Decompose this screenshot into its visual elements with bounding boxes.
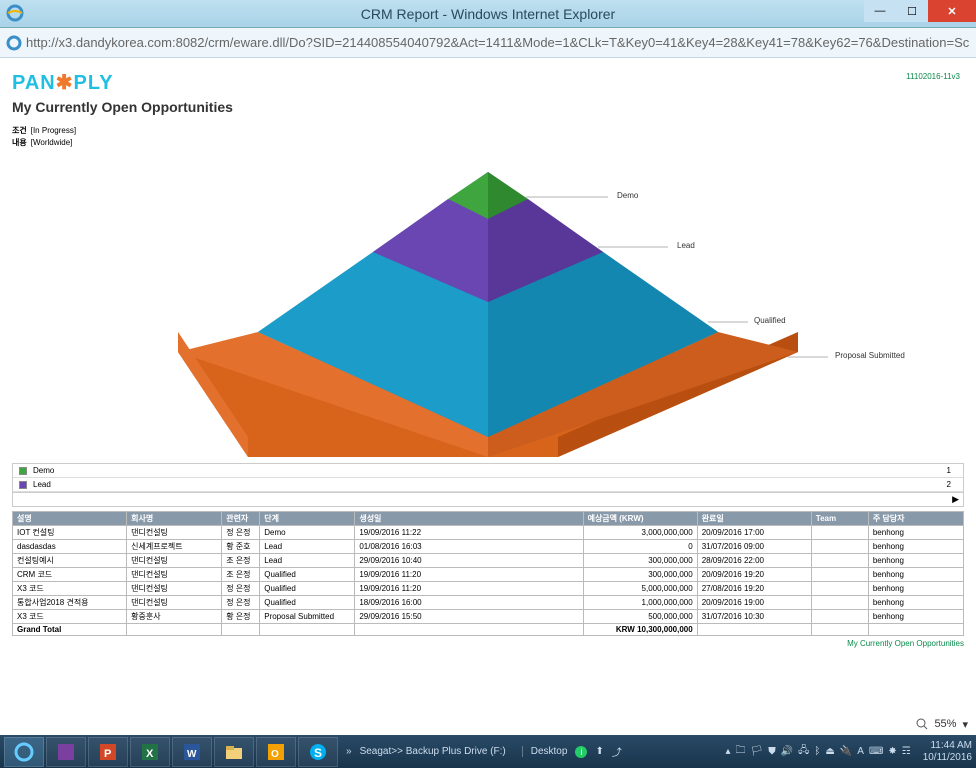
taskbar-excel-button[interactable]: X <box>130 737 170 767</box>
summary-value: 2 <box>947 480 957 489</box>
table-row[interactable]: IOT 컨설팅댄디컨설팅정 은정Demo19/09/2016 11:223,00… <box>13 526 964 540</box>
desktop-label[interactable]: Desktop <box>522 746 568 757</box>
filter-block: 조건[In Progress] 내용[Worldwide] <box>12 125 964 149</box>
footnote-link[interactable]: My Currently Open Opportunities <box>12 639 964 648</box>
summary-value: 1 <box>947 466 957 475</box>
taskbar-clock[interactable]: 11:44 AM 10/11/2016 <box>923 740 972 764</box>
ie-icon <box>6 4 24 22</box>
svg-text:X: X <box>146 748 154 760</box>
summary-block: Demo 1 Lead 2 ▶ <box>12 463 964 507</box>
pyramid-chart: Demo Lead Qualified Proposal Submitted <box>12 157 964 457</box>
filter-row: 내용[Worldwide] <box>12 137 964 149</box>
col-opportunity[interactable]: 설명 <box>13 512 127 526</box>
window-maximize-button[interactable]: ☐ <box>896 0 928 22</box>
taskbar-word-button[interactable]: W <box>172 737 212 767</box>
taskbar-outlook-button[interactable]: O <box>256 737 296 767</box>
taskbar-explorer-button[interactable] <box>214 737 254 767</box>
table-row[interactable]: dasdasdas신세계프로젝트황 준호Lead01/08/2016 16:03… <box>13 540 964 554</box>
window-minimize-button[interactable]: — <box>864 0 896 22</box>
report-title: My Currently Open Opportunities <box>12 99 964 115</box>
tray-warn-icon[interactable]: ⬆ <box>595 746 603 757</box>
tray-disk-icon[interactable]: 🗀 <box>736 743 746 760</box>
export-link[interactable]: 11102016-11v3 <box>906 72 960 81</box>
table-row[interactable]: X3 코드황중훈사황 은정Proposal Submitted29/09/201… <box>13 610 964 624</box>
col-close[interactable]: 완료일 <box>697 512 811 526</box>
zoom-status: 55% ▾ <box>916 713 968 735</box>
tray-network-icon[interactable]: 🖧 <box>798 743 809 760</box>
brand-icon: ✱ <box>56 72 74 94</box>
tray-ime-icon[interactable]: A <box>857 746 864 757</box>
tray-arrow-icon[interactable]: ⤴ <box>612 744 622 759</box>
summary-row: Lead 2 <box>13 478 963 492</box>
summary-label: Demo <box>33 466 54 475</box>
svg-text:O: O <box>271 749 279 760</box>
table-total-row: Grand TotalKRW 10,300,000,000 <box>13 624 964 636</box>
table-header-row: 설명 회사명 관련자 단계 생성일 예상금액 (KRW) 완료일 Team 주 … <box>13 512 964 526</box>
report-content: PAN✱PLY 11102016-11v3 My Currently Open … <box>0 58 976 706</box>
table-row[interactable]: X3 코드댄디컨설팅정 은정Qualified19/09/2016 11:205… <box>13 582 964 596</box>
col-amount[interactable]: 예상금액 (KRW) <box>583 512 697 526</box>
col-created[interactable]: 생성일 <box>355 512 583 526</box>
col-person[interactable]: 관련자 <box>222 512 260 526</box>
svg-text:P: P <box>104 748 111 760</box>
tray-bluetooth-icon[interactable]: ᛒ <box>814 746 820 757</box>
chart-label-lead: Lead <box>677 241 695 250</box>
magnifier-icon <box>916 718 928 730</box>
tray-misc-icon[interactable]: ✸ <box>888 746 896 757</box>
taskbar-middle: » Seagat>> Backup Plus Drive (F:) Deskto… <box>340 744 725 759</box>
col-team[interactable]: Team <box>811 512 868 526</box>
zoom-value: 55% <box>934 718 956 730</box>
svg-text:S: S <box>314 746 322 760</box>
drive-label[interactable]: Seagat>> Backup Plus Drive (F:) <box>360 746 506 757</box>
pyramid-svg <box>108 157 868 457</box>
col-company[interactable]: 회사명 <box>127 512 222 526</box>
chart-label-qualified: Qualified <box>754 316 786 325</box>
table-row[interactable]: 통합사업2018 견적용댄디컨설팅정 은정Qualified18/09/2016… <box>13 596 964 610</box>
opportunity-table: 설명 회사명 관련자 단계 생성일 예상금액 (KRW) 완료일 Team 주 … <box>12 511 964 636</box>
tray-power-icon[interactable]: 🔌 <box>840 746 852 757</box>
tray-info-icon[interactable]: i <box>575 746 587 758</box>
chart-label-proposal: Proposal Submitted <box>835 351 905 360</box>
window-title: CRM Report - Windows Internet Explorer <box>0 6 976 22</box>
taskbar-ie-button[interactable] <box>4 737 44 767</box>
swatch-icon <box>19 481 27 489</box>
system-tray: ▴ 🗀 🏳 ⛊ 🔊 🖧 ᛒ ⏏ 🔌 A ⌨ ✸ ☶ <box>725 743 910 760</box>
tray-chevron-icon[interactable]: ▴ <box>725 746 730 757</box>
tray-keyboard-icon[interactable]: ⌨ <box>869 746 883 757</box>
taskbar-skype-button[interactable]: S <box>298 737 338 767</box>
summary-label: Lead <box>33 480 51 489</box>
tray-security-icon[interactable]: ⛊ <box>768 746 776 757</box>
brand-logo: PAN✱PLY <box>12 70 964 95</box>
scroll-hint[interactable]: ▶ <box>13 492 963 506</box>
tray-action-center-icon[interactable]: 🏳 <box>751 746 764 757</box>
swatch-icon <box>19 467 27 475</box>
zoom-dropdown-icon[interactable]: ▾ <box>962 718 968 731</box>
ie-favicon-icon <box>6 35 22 51</box>
col-owner[interactable]: 주 담당자 <box>868 512 963 526</box>
table-row[interactable]: CRM 코드댄디컨설팅조 은정Qualified19/09/2016 11:20… <box>13 568 964 582</box>
tray-eject-icon[interactable]: ⏏ <box>825 746 834 757</box>
taskbar: P X W O S » Seagat>> Backup Plus Drive (… <box>0 735 976 768</box>
tray-sync-icon[interactable]: ☶ <box>902 746 911 757</box>
window-close-button[interactable]: ✕ <box>928 0 976 22</box>
taskbar-powerpoint-button[interactable]: P <box>88 737 128 767</box>
svg-text:W: W <box>187 749 197 760</box>
url-text[interactable]: http://x3.dandykorea.com:8082/crm/eware.… <box>26 35 970 50</box>
table-row[interactable]: 컨설팅예시댄디컨설팅조 은정Lead29/09/2016 10:40300,00… <box>13 554 964 568</box>
window-titlebar: CRM Report - Windows Internet Explorer —… <box>0 0 976 28</box>
chart-label-demo: Demo <box>617 191 638 200</box>
address-bar: http://x3.dandykorea.com:8082/crm/eware.… <box>0 28 976 58</box>
col-stage[interactable]: 단계 <box>260 512 355 526</box>
summary-row: Demo 1 <box>13 464 963 478</box>
taskbar-onenote-button[interactable] <box>46 737 86 767</box>
tray-audio-icon[interactable]: 🔊 <box>781 746 793 757</box>
filter-row: 조건[In Progress] <box>12 125 964 137</box>
